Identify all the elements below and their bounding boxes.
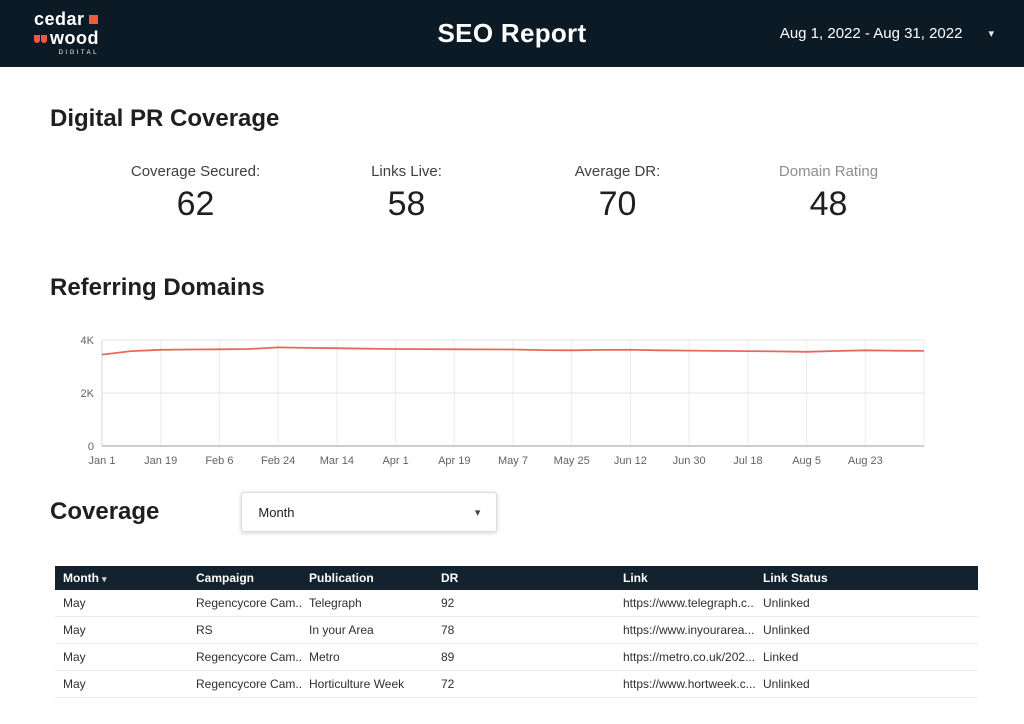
month-filter-value: Month [258,505,294,520]
section-title-coverage: Coverage [50,498,159,526]
svg-text:Mar 14: Mar 14 [320,455,354,467]
svg-text:2K: 2K [81,388,95,400]
pr-stats-row: Coverage Secured: 62 Links Live: 58 Aver… [90,163,934,224]
svg-text:Jul 18: Jul 18 [733,455,762,467]
svg-text:Jun 30: Jun 30 [673,455,706,467]
column-header-dr[interactable]: DR [433,566,615,590]
stat-links-live: Links Live: 58 [301,163,512,224]
cell-link-status: Linked [755,644,978,671]
stat-value: 48 [723,185,934,224]
date-range-selector[interactable]: Aug 1, 2022 - Aug 31, 2022 [780,25,963,42]
line-chart-svg: Jan 1 Jan 19 Feb 6 Feb 24 Mar 14 Apr 1 Apr 19 M… [56,322,928,472]
svg-text:Jan 1: Jan 1 [89,455,116,467]
svg-text:Feb 6: Feb 6 [205,455,233,467]
cell-link-status: Unlinked [755,617,978,644]
cell-link[interactable]: https://metro.co.uk/202... [615,644,755,671]
stat-value: 62 [90,185,301,224]
svg-text:May 7: May 7 [498,455,528,467]
logo-square-icon [89,15,98,24]
cell-campaign: Regencycore Cam... [188,644,301,671]
column-header-campaign[interactable]: Campaign [188,566,301,590]
date-range-caret-icon[interactable]: ▾ [988,27,994,40]
logo-line-1: cedar [34,10,99,29]
sort-caret-icon: ▾ [102,574,107,584]
cell-link[interactable]: https://www.telegraph.c... [615,590,755,617]
header-left: cedar wood DIGITAL [30,10,310,56]
logo-subtext: DIGITAL [34,50,99,56]
logo-line-2: wood [34,29,99,48]
cell-month: May [55,671,188,698]
cell-campaign: Regencycore Cam... [188,590,301,617]
referring-domains-chart: Jan 1 Jan 19 Feb 6 Feb 24 Mar 14 Apr 1 Apr 19 M… [56,322,974,472]
section-title-digital-pr-coverage: Digital PR Coverage [50,105,974,133]
stat-average-dr: Average DR: 70 [512,163,723,224]
cell-link[interactable]: https://www.hortweek.c... [615,671,755,698]
cell-publication: Horticulture Week [301,671,433,698]
coverage-table: Month▾CampaignPublicationDRLinkLink Stat… [55,566,978,698]
cell-campaign: RS [188,617,301,644]
cell-link-status: Unlinked [755,590,978,617]
cell-campaign: Regencycore Cam... [188,671,301,698]
cell-link-status: Unlinked [755,671,978,698]
stat-label: Domain Rating [723,163,934,180]
column-header-link[interactable]: Link [615,566,755,590]
cell-month: May [55,590,188,617]
svg-text:0: 0 [88,441,94,453]
stat-label: Coverage Secured: [90,163,301,180]
svg-text:Aug 23: Aug 23 [848,455,883,467]
dropdown-caret-icon: ▾ [475,506,481,519]
svg-text:4K: 4K [81,335,95,347]
svg-text:Jun 12: Jun 12 [614,455,647,467]
cell-publication: Metro [301,644,433,671]
cell-publication: Telegraph [301,590,433,617]
header-right: Aug 1, 2022 - Aug 31, 2022 ▾ [714,25,994,42]
cell-month: May [55,644,188,671]
stat-coverage-secured: Coverage Secured: 62 [90,163,301,224]
cedarwood-logo: cedar wood DIGITAL [34,10,99,56]
table-row: MayRegencycore Cam...Telegraph92https://… [55,590,978,617]
column-header-publication[interactable]: Publication [301,566,433,590]
stat-domain-rating: Domain Rating 48 [723,163,934,224]
stat-value: 70 [512,185,723,224]
cell-dr: 89 [433,644,615,671]
stat-label: Links Live: [301,163,512,180]
table-row: MayRegencycore Cam...Horticulture Week72… [55,671,978,698]
cell-dr: 72 [433,671,615,698]
cell-dr: 92 [433,590,615,617]
section-title-referring-domains: Referring Domains [50,274,974,302]
seo-report-page: cedar wood DIGITAL SEO Report Aug 1, 202… [0,0,1024,724]
table-row: MayRegencycore Cam...Metro89https://metr… [55,644,978,671]
cell-dr: 78 [433,617,615,644]
svg-text:Jan 19: Jan 19 [144,455,177,467]
svg-text:Apr 1: Apr 1 [382,455,408,467]
cell-publication: In your Area [301,617,433,644]
stat-value: 58 [301,185,512,224]
month-filter-dropdown[interactable]: Month ▾ [241,492,497,532]
logo-text-cedar: cedar [34,10,85,29]
column-header-link-status[interactable]: Link Status [755,566,978,590]
app-header: cedar wood DIGITAL SEO Report Aug 1, 202… [0,0,1024,67]
logo-text-wood: wood [50,29,99,48]
svg-text:May 25: May 25 [554,455,590,467]
coverage-table-body: MayRegencycore Cam...Telegraph92https://… [55,590,978,698]
coverage-header-row: Coverage Month ▾ [50,492,974,532]
svg-text:Feb 24: Feb 24 [261,455,295,467]
column-header-month[interactable]: Month▾ [55,566,188,590]
cell-link[interactable]: https://www.inyourarea.... [615,617,755,644]
table-row: MayRSIn your Area78https://www.inyourare… [55,617,978,644]
cell-month: May [55,617,188,644]
stat-label: Average DR: [512,163,723,180]
logo-mark-icon [34,35,48,43]
svg-text:Apr 19: Apr 19 [438,455,470,467]
report-title: SEO Report [310,18,714,49]
table-header-row: Month▾CampaignPublicationDRLinkLink Stat… [55,566,978,590]
svg-text:Aug 5: Aug 5 [792,455,821,467]
report-content: Digital PR Coverage Coverage Secured: 62… [0,67,1024,698]
